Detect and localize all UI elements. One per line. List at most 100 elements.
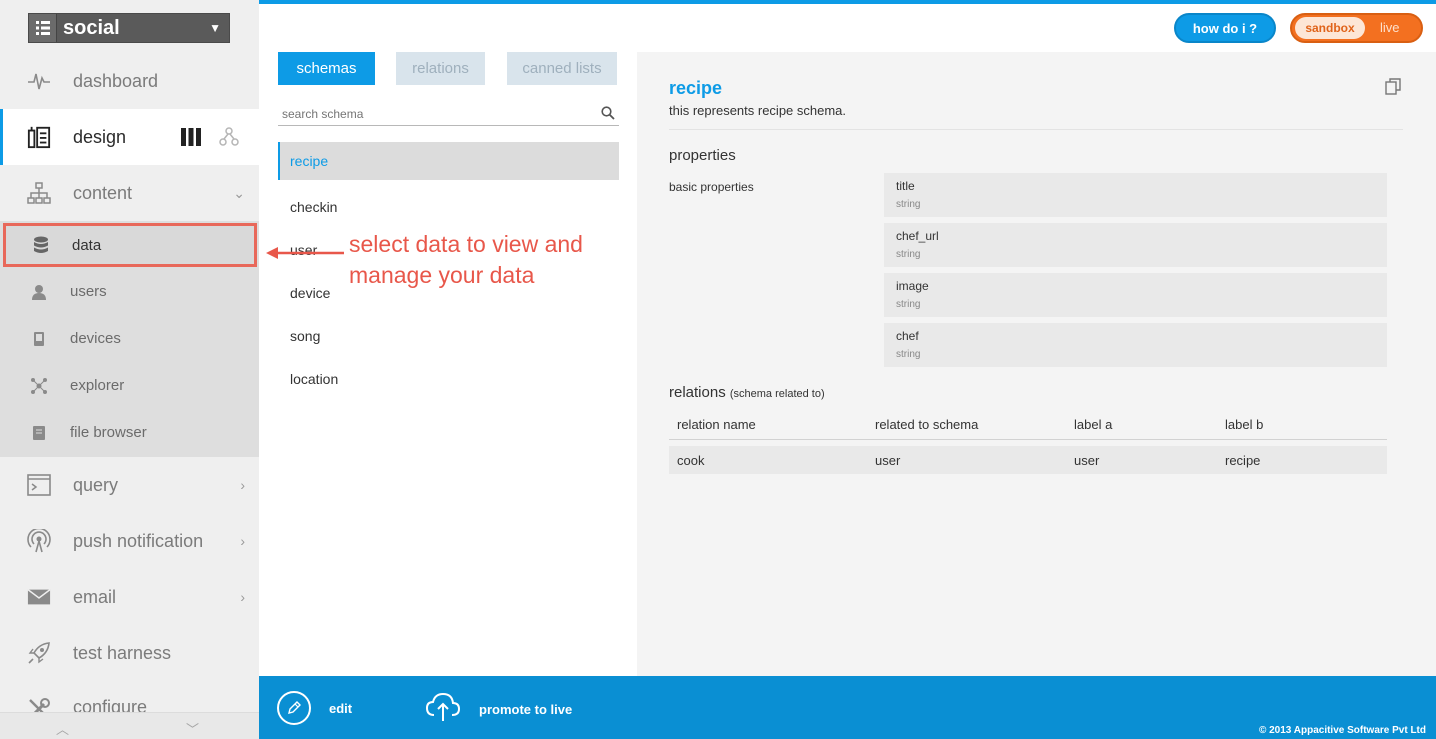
callout-arrow <box>266 247 344 259</box>
broadcast-icon <box>27 529 51 553</box>
schema-item-song[interactable]: song <box>278 314 619 357</box>
columns-icon[interactable] <box>181 128 201 151</box>
chevron-right-icon: › <box>240 533 245 549</box>
property-type: string <box>896 199 921 210</box>
basic-properties-label: basic properties <box>669 180 754 194</box>
chevron-down-icon: ▼ <box>209 21 221 35</box>
tab-relations[interactable]: relations <box>396 52 485 85</box>
schema-item-location[interactable]: location <box>278 357 619 400</box>
table-cell: cook <box>677 452 705 468</box>
sub-item-label: file browser <box>70 424 147 441</box>
property-name: chef_url <box>896 229 939 243</box>
sub-item-users[interactable]: users <box>0 268 259 315</box>
rocket-icon <box>27 641 51 665</box>
edit-label: edit <box>329 700 353 716</box>
sidebar: social ▼ dashboard design content ⌄ data… <box>0 0 259 739</box>
column-header: related to schema <box>875 417 979 432</box>
environment-toggle[interactable]: sandbox live <box>1290 13 1423 43</box>
nav-label: dashboard <box>73 70 159 91</box>
property-item[interactable]: chef_url string <box>884 223 1387 267</box>
app-selector[interactable]: social ▼ <box>28 13 230 43</box>
copyright-text: © 2013 Appacitive Software Pvt Ltd <box>1258 725 1426 736</box>
property-type: string <box>896 349 921 360</box>
chevron-right-icon: › <box>240 589 245 605</box>
table-cell: user <box>875 452 901 468</box>
nav-dashboard[interactable]: dashboard <box>0 53 259 109</box>
sub-item-label: data <box>72 236 102 254</box>
search-input[interactable] <box>278 103 588 125</box>
env-sandbox-option[interactable]: sandbox <box>1295 17 1365 39</box>
column-header: label b <box>1225 417 1264 432</box>
property-item[interactable]: title string <box>884 173 1387 217</box>
callout-text: select data to view and manage your data <box>349 231 583 288</box>
footer-bar: edit promote to live © 2013 Appacitive S… <box>259 676 1436 739</box>
sub-item-label: devices <box>70 330 121 347</box>
property-name: title <box>896 179 915 193</box>
nav-test-harness[interactable]: test harness <box>0 625 259 681</box>
schema-item-checkin[interactable]: checkin <box>278 185 619 228</box>
env-live-option[interactable]: live <box>1380 20 1400 35</box>
nav-content[interactable]: content ⌄ <box>0 165 259 221</box>
tab-canned-lists[interactable]: canned lists <box>507 52 617 85</box>
network-icon <box>30 377 48 395</box>
nav-label: design <box>73 126 127 147</box>
relations-subtitle: (schema related to) <box>729 388 825 400</box>
property-name: chef <box>896 329 919 343</box>
sub-item-explorer[interactable]: explorer <box>0 362 259 409</box>
user-icon <box>30 283 48 301</box>
property-type: string <box>896 299 921 310</box>
promote-button[interactable]: promote to live <box>425 691 572 728</box>
tab-schemas[interactable]: schemas <box>278 52 375 85</box>
graph-icon[interactable] <box>219 127 239 152</box>
content-subnav: data users devices explorer file browser <box>0 221 259 457</box>
sidebar-scroll[interactable]: ︿ ﹀ <box>0 712 259 739</box>
schema-item-recipe[interactable]: recipe <box>278 142 619 180</box>
how-do-i-button[interactable]: how do i ? <box>1174 13 1276 43</box>
app-name: social <box>63 16 120 39</box>
chevron-right-icon: › <box>240 477 245 493</box>
tools-icon <box>27 697 51 712</box>
divider <box>669 129 1403 130</box>
sitemap-icon <box>27 181 51 205</box>
property-name: image <box>896 279 929 293</box>
nav-label: test harness <box>73 642 172 663</box>
properties-heading: properties <box>669 147 736 164</box>
scroll-down-icon[interactable]: ﹀ <box>186 719 199 738</box>
nav-design[interactable]: design <box>0 109 259 165</box>
device-icon <box>30 330 48 348</box>
schema-detail-panel: recipe this represents recipe schema. pr… <box>637 52 1436 676</box>
sub-item-file-browser[interactable]: file browser <box>0 409 259 456</box>
design-icon <box>27 125 51 149</box>
column-header: relation name <box>677 417 756 432</box>
search-icon[interactable] <box>601 106 615 125</box>
nav-configure[interactable]: configure <box>0 681 259 712</box>
scroll-up-icon[interactable]: ︿ <box>56 719 69 738</box>
table-header-row: relation name related to schema label a … <box>669 410 1387 440</box>
nav-label: configure <box>73 697 148 712</box>
nav-query[interactable]: query › <box>0 457 259 513</box>
nav-email[interactable]: email › <box>0 569 259 625</box>
nav-label: content <box>73 182 133 203</box>
column-header: label a <box>1074 417 1113 432</box>
sub-item-devices[interactable]: devices <box>0 315 259 362</box>
promote-label: promote to live <box>479 702 573 717</box>
edit-button[interactable]: edit <box>277 691 352 725</box>
sub-item-data[interactable]: data <box>3 223 257 267</box>
envelope-icon <box>27 585 51 609</box>
table-row[interactable]: cook user user recipe <box>669 446 1387 474</box>
copy-icon[interactable] <box>1385 78 1401 100</box>
pulse-icon <box>27 69 51 93</box>
cloud-upload-icon <box>425 691 461 728</box>
search-box <box>278 103 619 126</box>
table-cell: user <box>1074 452 1100 468</box>
property-item[interactable]: chef string <box>884 323 1387 367</box>
property-item[interactable]: image string <box>884 273 1387 317</box>
terminal-icon <box>27 473 51 497</box>
apps-grid-icon[interactable] <box>29 14 57 42</box>
relations-table: relation name related to schema label a … <box>669 410 1387 474</box>
relations-title: relations <box>669 384 726 401</box>
nav-push-notification[interactable]: push notification › <box>0 513 259 569</box>
database-icon <box>32 236 50 254</box>
properties-list: title string chef_url string image strin… <box>884 173 1387 373</box>
pencil-icon <box>277 691 311 725</box>
